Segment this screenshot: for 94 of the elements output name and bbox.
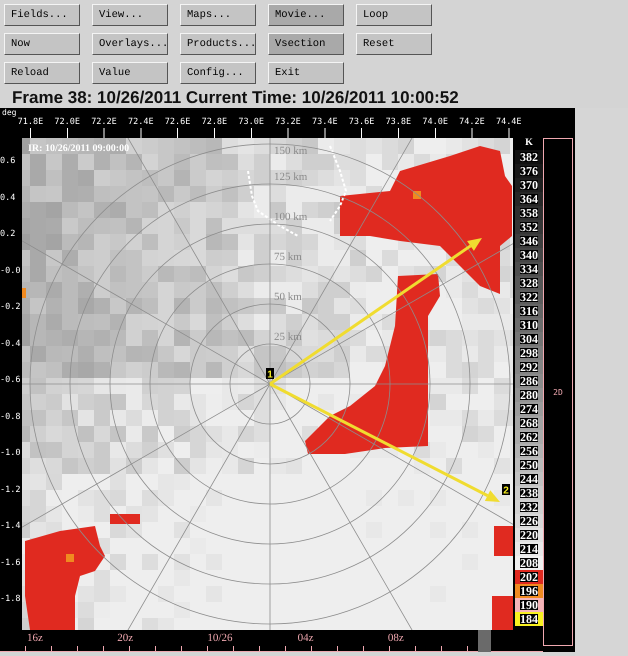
toolbar-button[interactable]: Loop [356, 4, 432, 26]
time-label: 20z [117, 631, 134, 646]
longitude-label: 72.2E [91, 117, 117, 128]
longitude-label: 73.0E [238, 117, 264, 128]
scale-value: 298 [520, 348, 538, 358]
latitude-label: -1.4 [0, 520, 22, 533]
longitude-label: 74.2E [459, 117, 485, 128]
frame-title: Frame 38: 10/26/2011 Current Time: 10/26/2011 10:00:52 [11, 87, 460, 108]
scale-value: 346 [520, 236, 538, 246]
toolbar-button[interactable]: Reset [356, 33, 432, 55]
toolbar-button[interactable]: View... [92, 4, 168, 26]
longitude-label: 72.0E [54, 117, 80, 128]
scale-value: 250 [520, 460, 538, 470]
time-label: 08z [388, 631, 405, 646]
latitude-label: 0.6 [0, 155, 16, 168]
axis-unit: deg [1, 108, 16, 117]
scale-value: 310 [520, 320, 538, 330]
toolbar-button[interactable]: Reload [4, 62, 80, 84]
point-marker: 1 [266, 368, 274, 380]
latitude-label: -0.4 [0, 338, 22, 350]
range-label: 100 km [274, 211, 308, 223]
longitude-label: 72.4E [128, 117, 154, 128]
range-label: 150 km [274, 145, 308, 157]
longitude-label: 72.8E [202, 117, 228, 128]
longitude-label: 73.4E [312, 117, 338, 128]
latitude-label: -0.0 [0, 264, 22, 278]
scale-value: 184 [520, 614, 538, 624]
toolbar-button[interactable]: Overlays... [92, 33, 168, 55]
scale-value: 238 [520, 488, 538, 498]
range-label: 25 km [274, 331, 302, 343]
scale-value: 322 [520, 292, 538, 302]
range-label: 75 km [274, 251, 302, 263]
scale-value: 292 [520, 362, 538, 372]
scale-value: 280 [520, 390, 538, 400]
scale-value: 334 [520, 264, 538, 274]
longitude-label: 72.6E [164, 117, 190, 128]
scale-value: 358 [520, 208, 538, 218]
scale-value: 340 [520, 250, 538, 260]
latitude-label: -0.8 [0, 410, 22, 424]
scale-value: 226 [520, 516, 538, 526]
toolbar-button[interactable]: Movie... [268, 4, 344, 26]
scale-value: 202 [520, 572, 538, 582]
toolbar-button[interactable]: Now [4, 33, 80, 55]
scale-value: 268 [520, 418, 538, 428]
longitude-label: 73.6E [348, 117, 374, 128]
scale-value: 286 [520, 376, 538, 386]
longitude-label: 74.4E [496, 117, 522, 128]
scale-value: 370 [520, 180, 538, 190]
latitude-label: -0.2 [0, 301, 22, 314]
toolbar-button[interactable]: Products... [180, 33, 256, 55]
toolbar-button[interactable]: Fields... [4, 4, 80, 26]
longitude-label: 71.8E [18, 117, 44, 128]
latitude-label: 0.2 [0, 228, 16, 241]
longitude-label: 73.8E [386, 117, 412, 128]
time-label: 04z [298, 631, 314, 646]
latitude-label: 0.4 [0, 192, 16, 204]
toolbar-button[interactable]: Exit [268, 62, 344, 84]
toolbar-button[interactable]: Maps... [180, 4, 256, 26]
scale-value: 316 [520, 306, 538, 316]
longitude-label: 73.2E [275, 117, 301, 128]
toolbar-button[interactable]: Config... [180, 62, 256, 84]
scale-value: 244 [520, 474, 538, 484]
scale-value: 328 [520, 278, 538, 288]
point-marker: 2 [502, 484, 510, 496]
range-label: 50 km [274, 291, 302, 303]
scale-value: 256 [520, 446, 538, 456]
image-timestamp: IR: 10/26/2011 09:00:00 [28, 143, 130, 154]
latitude-label: -1.2 [0, 484, 22, 496]
scale-value: 208 [520, 558, 538, 568]
scale-value: 304 [520, 334, 538, 344]
panel-label: 2D [553, 388, 563, 396]
scale-value: 262 [520, 432, 538, 442]
scale-unit: K [525, 138, 533, 148]
toolbar-button[interactable]: Vsection [268, 33, 344, 55]
time-label: 16z [27, 631, 44, 646]
time-slider-handle[interactable] [478, 630, 491, 652]
latitude-label: -1.8 [0, 593, 22, 606]
latitude-label: -1.0 [0, 447, 22, 460]
scale-value: 220 [520, 530, 538, 540]
toolbar-button[interactable]: Value [92, 62, 168, 84]
scale-value: 232 [520, 502, 538, 512]
scale-value: 364 [520, 194, 538, 204]
scale-value: 274 [520, 404, 538, 414]
latitude-label: -1.6 [0, 556, 22, 570]
time-label: 10/26 [207, 631, 234, 646]
range-label: 125 km [274, 171, 308, 183]
scale-value: 214 [520, 544, 538, 554]
scale-value: 190 [520, 600, 538, 610]
scale-value: 352 [520, 222, 538, 232]
scale-value: 376 [520, 166, 538, 176]
longitude-label: 74.0E [422, 117, 448, 128]
scale-value: 196 [520, 586, 538, 596]
latitude-label: -0.6 [0, 374, 22, 387]
scale-value: 382 [520, 152, 538, 162]
